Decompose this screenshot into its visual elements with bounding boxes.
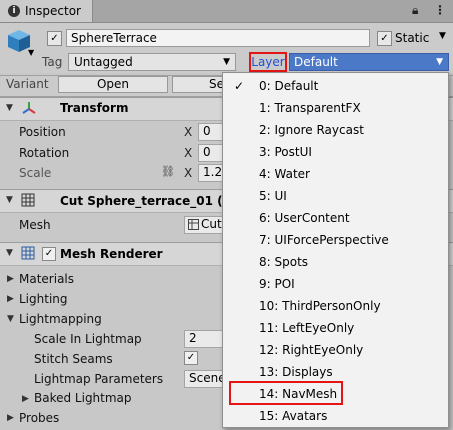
layer-option-avatars[interactable]: 15: Avatars [223,405,448,427]
collapsed-arrow-icon[interactable]: ▶ [22,394,29,404]
layer-option-label: 6: UserContent [259,211,350,225]
rotation-x-field[interactable]: 0 [198,144,224,162]
layer-dropdown[interactable]: Default ▼ [289,53,449,71]
lock-icon[interactable]: 🔒︎ [412,3,418,18]
layer-value: Default [294,55,338,69]
tag-value: Untagged [74,55,133,69]
scale-x-field[interactable]: 1.2 [198,164,224,182]
scale-in-lightmap-label: Scale In Lightmap [34,332,142,346]
layer-option-label: 2: Ignore Raycast [259,123,364,137]
mesh-grid-icon [21,193,35,207]
layer-option-postui[interactable]: 3: PostUI [223,141,448,163]
collapsed-arrow-icon[interactable]: ▶ [7,413,14,423]
layer-option-label: 9: POI [259,277,295,291]
layer-label: Layer [249,52,287,72]
lighting-foldout[interactable]: Lighting [19,292,68,306]
mesh-renderer-icon [21,246,35,260]
baked-lightmap-foldout[interactable]: Baked Lightmap [34,391,132,405]
axis-x-label: X [184,125,193,139]
layer-option-poi[interactable]: 9: POI [223,273,448,295]
stitch-seams-checkbox[interactable]: ✓ [184,351,198,365]
probes-foldout[interactable]: Probes [19,411,59,425]
layer-option-water[interactable]: 4: Water [223,163,448,185]
layer-option-righteyeonly[interactable]: 12: RightEyeOnly [223,339,448,361]
layer-option-thirdpersononly[interactable]: 10: ThirdPersonOnly [223,295,448,317]
tag-dropdown[interactable]: Untagged ▼ [68,53,236,71]
layer-option-default[interactable]: ✓ 0: Default [223,75,448,97]
layer-option-spots[interactable]: 8: Spots [223,251,448,273]
layer-dropdown-menu: ✓ 0: Default 1: TransparentFX 2: Ignore … [222,72,449,428]
mesh-renderer-title: Mesh Renderer [60,247,163,261]
collapsed-arrow-icon[interactable]: ▶ [7,274,14,284]
lightmap-parameters-label: Lightmap Parameters [34,372,164,386]
layer-option-ignore-raycast[interactable]: 2: Ignore Raycast [223,119,448,141]
materials-foldout[interactable]: Materials [19,272,74,286]
layer-option-label: 13: Displays [259,365,333,379]
mesh-asset-icon [188,219,199,230]
icon-dropdown-arrow-icon[interactable]: ▼ [28,48,34,57]
scale-label: Scale [19,166,52,180]
axis-x-label: X [184,146,193,160]
position-x-field[interactable]: 0 [198,123,224,141]
lightmapping-foldout[interactable]: Lightmapping [19,312,102,326]
layer-option-label: 15: Avatars [259,409,328,423]
axis-x-label: X [184,166,193,180]
tab-inspector[interactable]: i Inspector [0,0,93,22]
layer-option-lefteyeonly[interactable]: 11: LeftEyeOnly [223,317,448,339]
info-icon: i [8,5,20,17]
static-checkbox[interactable]: ✓ [377,31,392,46]
layer-option-label: 1: TransparentFX [259,101,361,115]
scale-in-lightmap-field[interactable]: 2 [184,330,224,348]
layer-option-transparentfx[interactable]: 1: TransparentFX [223,97,448,119]
check-icon: ✓ [234,79,245,93]
stitch-seams-label: Stitch Seams [34,352,113,366]
variant-label: Variant [6,77,49,91]
open-prefab-button[interactable]: Open [58,76,168,93]
collapsed-arrow-icon[interactable]: ▶ [7,294,14,304]
layer-option-label: 7: UIForcePerspective [259,233,389,247]
layer-option-label: 5: UI [259,189,287,203]
expand-arrow-icon[interactable]: ▼ [6,103,13,113]
expand-arrow-icon[interactable]: ▼ [6,248,13,258]
layer-option-label: 11: LeftEyeOnly [259,321,355,335]
active-checkbox[interactable]: ✓ [47,31,62,46]
layer-option-displays[interactable]: 13: Displays [223,361,448,383]
object-name-input[interactable]: SphereTerrace [66,29,370,47]
layer-option-uiforceperspective[interactable]: 7: UIForcePerspective [223,229,448,251]
chevron-down-icon: ▼ [436,57,443,67]
layer-option-ui[interactable]: 5: UI [223,185,448,207]
transform-axes-icon [22,102,36,114]
static-dropdown-arrow-icon[interactable]: ▼ [439,31,446,41]
position-label: Position [19,125,66,139]
navmesh-highlight-box [229,381,343,405]
layer-option-label: 8: Spots [259,255,309,269]
static-label: Static [395,31,430,45]
transform-title: Transform [60,101,129,115]
expand-arrow-icon[interactable]: ▼ [6,195,13,205]
rotation-label: Rotation [19,146,70,160]
chevron-down-icon: ▼ [223,57,230,67]
tab-label: Inspector [25,4,81,18]
layer-option-label: 10: ThirdPersonOnly [259,299,381,313]
mesh-filter-title: Cut Sphere_terrace_01 (Me [60,194,243,208]
lightmap-parameters-dropdown[interactable]: Scene [184,370,226,388]
layer-option-label: 4: Water [259,167,310,181]
more-menu-icon[interactable]: ⋮ [434,3,446,17]
mesh-renderer-enabled-checkbox[interactable]: ✓ [42,247,56,261]
layer-option-usercontent[interactable]: 6: UserContent [223,207,448,229]
layer-option-label: 0: Default [259,79,319,93]
link-broken-icon[interactable]: ⛓ [161,165,175,178]
expand-arrow-icon[interactable]: ▼ [7,314,14,324]
layer-option-label: 3: PostUI [259,145,312,159]
layer-option-label: 12: RightEyeOnly [259,343,364,357]
tag-label: Tag [42,55,63,69]
mesh-label: Mesh [19,218,51,232]
mesh-value: Cut [201,217,222,231]
